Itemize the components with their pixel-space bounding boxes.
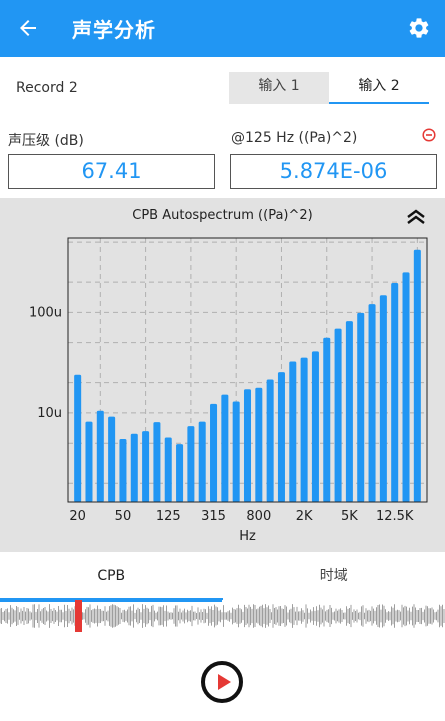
bar-8K bbox=[368, 304, 376, 502]
y-tick-label: 10u bbox=[37, 406, 62, 421]
chart-panel: CPB Autospectrum ((Pa)^2) 10u 100u 20 50 125… bbox=[0, 198, 445, 552]
view-tabs: CPB 时域 bbox=[0, 556, 445, 600]
bar-50 bbox=[119, 439, 127, 502]
bar-3.15K bbox=[323, 337, 331, 502]
playback-cursor[interactable] bbox=[75, 600, 82, 632]
bar-4K bbox=[334, 328, 342, 502]
band-value: 5.874E-06 bbox=[230, 154, 437, 189]
record-name: Record 2 bbox=[16, 80, 78, 96]
bar-250 bbox=[198, 421, 206, 502]
gear-icon[interactable] bbox=[407, 16, 431, 40]
bar-63 bbox=[130, 433, 138, 502]
bar-20K bbox=[413, 249, 421, 502]
bar-5K bbox=[345, 321, 353, 502]
x-tick-label: 20 bbox=[69, 509, 86, 524]
spl-label: 声压级 (dB) bbox=[8, 133, 84, 149]
bar-315 bbox=[210, 403, 218, 502]
band-label: @125 Hz ((Pa)^2) bbox=[231, 130, 358, 146]
bar-160 bbox=[176, 444, 184, 502]
y-tick-label: 100u bbox=[29, 305, 62, 320]
bar-400 bbox=[221, 394, 229, 502]
record-row: Record 2 输入 1 输入 2 bbox=[0, 70, 445, 106]
x-tick-label: 315 bbox=[201, 509, 226, 524]
bar-2.5K bbox=[311, 351, 319, 502]
bar-630 bbox=[243, 389, 252, 502]
arrow-left-icon[interactable] bbox=[16, 16, 40, 40]
cpb-chart: 10u 100u 20 50 125 315 800 2K 5K 12.5K Hz bbox=[29, 237, 428, 544]
bar-31.5 bbox=[96, 410, 104, 502]
x-tick-label: 50 bbox=[115, 509, 132, 524]
waveform-trace bbox=[0, 604, 445, 628]
bar-200 bbox=[187, 426, 195, 502]
spl-value: 67.41 bbox=[8, 154, 215, 189]
tab-cpb[interactable]: CPB bbox=[0, 556, 223, 600]
waveform-overview[interactable] bbox=[0, 600, 445, 634]
bar-80 bbox=[142, 431, 150, 502]
bar-16K bbox=[402, 272, 410, 502]
bar-40 bbox=[108, 416, 116, 502]
bar-12.5K bbox=[391, 283, 399, 502]
remove-icon[interactable] bbox=[422, 128, 436, 142]
tab-input-2[interactable]: 输入 2 bbox=[329, 72, 429, 104]
bar-125 bbox=[164, 437, 172, 502]
x-axis-label: Hz bbox=[239, 529, 256, 544]
bar-20 bbox=[74, 374, 82, 502]
bar-100 bbox=[153, 422, 161, 502]
bar-800 bbox=[255, 387, 263, 502]
x-tick-label: 125 bbox=[156, 509, 181, 524]
bar-1.6K bbox=[289, 361, 297, 502]
x-tick-label: 2K bbox=[296, 509, 313, 524]
bar-10K bbox=[379, 295, 387, 502]
x-tick-label: 5K bbox=[341, 509, 358, 524]
play-icon[interactable] bbox=[200, 660, 244, 704]
app-bar: 声学分析 bbox=[0, 0, 445, 57]
bar-1K bbox=[266, 379, 274, 502]
bar-2K bbox=[300, 357, 308, 502]
input-tabs: 输入 1 输入 2 bbox=[229, 72, 429, 104]
bar-6.3K bbox=[357, 312, 365, 502]
bar-1.25K bbox=[277, 372, 285, 502]
bar-25 bbox=[85, 421, 93, 502]
x-tick-label: 800 bbox=[246, 509, 271, 524]
tab-time-domain[interactable]: 时域 bbox=[223, 556, 445, 600]
x-tick-label: 12.5K bbox=[376, 509, 414, 524]
bar-500 bbox=[232, 401, 240, 502]
tab-input-1[interactable]: 输入 1 bbox=[229, 72, 329, 104]
page-title: 声学分析 bbox=[72, 18, 156, 42]
